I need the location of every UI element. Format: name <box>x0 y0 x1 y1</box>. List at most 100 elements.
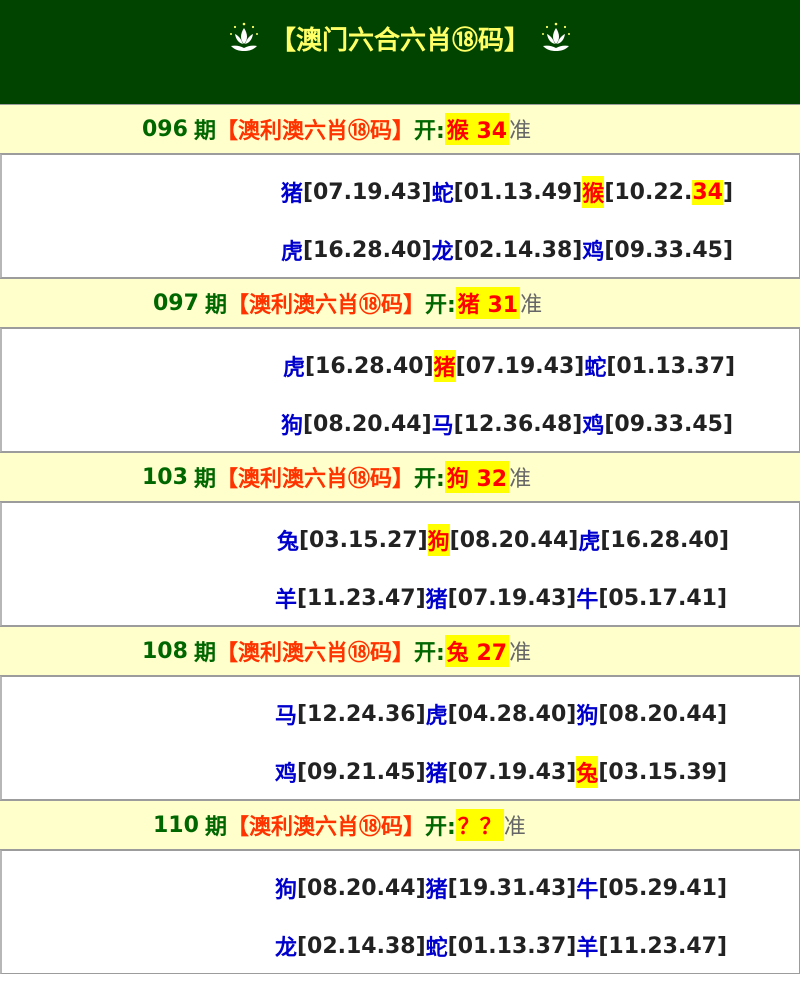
zodiac: 鸡 <box>274 762 297 787</box>
zodiac: 狗 <box>576 704 599 729</box>
zodiac: 蛇 <box>431 182 454 207</box>
zodiac-numbers: [12.36.48] <box>453 411 583 437</box>
zodiac: 猪 <box>425 762 448 787</box>
prediction-name: 【澳利澳六肖⑱码】 <box>215 641 414 666</box>
zodiac-numbers: [16.28.40] <box>302 237 432 263</box>
zodiac: 狗 <box>280 414 303 439</box>
zodiac: 马 <box>431 414 454 439</box>
bracket: ] <box>722 179 733 205</box>
zodiac-numbers: [09.33.45] <box>604 237 733 263</box>
zodiac-numbers: [01.13.37] <box>606 353 735 379</box>
zodiac: 龙 <box>431 240 454 265</box>
period-number: 097 <box>153 290 199 316</box>
zodiac-hit: 兔 <box>576 756 599 788</box>
zodiac: 羊 <box>274 588 297 613</box>
zodiac-numbers: [07.19.43] <box>302 179 432 205</box>
prediction-name: 【澳利澳六肖⑱码】 <box>215 119 414 144</box>
prediction-line: 狗 [08.20.44] 猪 [19.31.43] 牛 [05.29.41] <box>2 859 799 917</box>
zodiac-numbers: [09.33.45] <box>604 411 733 437</box>
result-label: 开: <box>413 641 445 666</box>
zodiac-hit: 猴 <box>582 176 605 208</box>
prediction-name: 【澳利澳六肖⑱码】 <box>226 815 425 840</box>
result-label: 开: <box>413 119 445 144</box>
period-unit: 期 <box>193 641 216 666</box>
period-number: 103 <box>142 464 188 490</box>
zodiac-numbers: [05.29.41] <box>598 875 727 901</box>
prediction-line: 羊 [11.23.47] 猪 [07.19.43] 牛 [05.17.41] <box>2 569 799 627</box>
zodiac-numbers: [05.17.41] <box>598 585 727 611</box>
zodiac: 虎 <box>280 240 303 265</box>
zodiac-numbers: [07.19.43] <box>447 759 577 785</box>
period-unit: 期 <box>193 467 216 492</box>
zodiac-numbers: [11.23.47] <box>598 933 727 959</box>
zodiac: 猪 <box>280 182 303 207</box>
zodiac: 蛇 <box>584 356 607 381</box>
accuracy-label: 准 <box>509 467 532 492</box>
period-header: 103 期 【澳利澳六肖⑱码】 开: 狗 32 准 <box>0 452 800 502</box>
result-value: 猪 31 <box>455 287 521 319</box>
accuracy-label: 准 <box>520 293 543 318</box>
prediction-name: 【澳利澳六肖⑱码】 <box>226 293 425 318</box>
period-number: 108 <box>142 638 188 664</box>
zodiac: 狗 <box>274 878 297 903</box>
zodiac-numbers: [03.15.27] <box>298 527 428 553</box>
zodiac-numbers: [08.20.44] <box>598 701 727 727</box>
zodiac: 猪 <box>425 588 448 613</box>
page: 【澳门六合六肖⑱码】 096 期 【澳利澳六肖⑱码】 开: 猴 34 准 猪 [0… <box>0 0 800 991</box>
prediction-box: 虎 [16.28.40] 猪 [07.19.43] 蛇 [01.13.37] 狗 [08.2… <box>0 328 800 452</box>
zodiac: 鸡 <box>582 414 605 439</box>
result-label: 开: <box>424 293 456 318</box>
prediction-box: 马 [12.24.36] 虎 [04.28.40] 狗 [08.20.44] 鸡 [09.2… <box>0 676 800 800</box>
zodiac-numbers: [07.19.43] <box>455 353 585 379</box>
zodiac: 龙 <box>274 936 297 961</box>
zodiac-numbers: [12.24.36] <box>296 701 426 727</box>
zodiac-numbers: [08.20.44] <box>449 527 579 553</box>
accuracy-label: 准 <box>503 815 526 840</box>
zodiac-hit: 猪 <box>433 350 456 382</box>
result-value: 狗 32 <box>444 461 510 493</box>
accuracy-label: 准 <box>509 641 532 666</box>
result-label: 开: <box>424 815 456 840</box>
period-unit: 期 <box>204 293 227 318</box>
period-number: 110 <box>153 812 199 838</box>
zodiac-numbers: [16.28.40] <box>600 527 729 553</box>
period-unit: 期 <box>193 119 216 144</box>
zodiac-numbers: [01.13.49] <box>453 179 583 205</box>
zodiac-numbers: [19.31.43] <box>447 875 577 901</box>
lotus-emblem-icon <box>542 22 570 51</box>
period-header: 096 期 【澳利澳六肖⑱码】 开: 猴 34 准 <box>0 104 800 154</box>
prediction-line: 狗 [08.20.44] 马 [12.36.48] 鸡 [09.33.45] <box>2 395 799 453</box>
prediction-box: 狗 [08.20.44] 猪 [19.31.43] 牛 [05.29.41] 龙 [02.1… <box>0 850 800 974</box>
result-label: 开: <box>413 467 445 492</box>
prediction-line: 马 [12.24.36] 虎 [04.28.40] 狗 [08.20.44] <box>2 685 799 743</box>
result-value: 兔 27 <box>444 635 510 667</box>
zodiac-numbers: [10.22. <box>604 179 693 205</box>
zodiac: 牛 <box>576 878 599 903</box>
prediction-box: 兔 [03.15.27] 狗 [08.20.44] 虎 [16.28.40] 羊 [11.2… <box>0 502 800 626</box>
prediction-line: 鸡 [09.21.45] 猪 [07.19.43] 兔 [03.15.39] <box>2 743 799 801</box>
zodiac: 虎 <box>282 356 305 381</box>
zodiac-numbers: [11.23.47] <box>296 585 426 611</box>
zodiac-hit: 狗 <box>427 524 450 556</box>
zodiac: 虎 <box>578 530 601 555</box>
prediction-line: 兔 [03.15.27] 狗 [08.20.44] 虎 [16.28.40] <box>2 511 799 569</box>
prediction-name: 【澳利澳六肖⑱码】 <box>215 467 414 492</box>
zodiac: 羊 <box>576 936 599 961</box>
accuracy-label: 准 <box>509 119 532 144</box>
zodiac-numbers: [03.15.39] <box>598 759 727 785</box>
zodiac: 猪 <box>425 878 448 903</box>
zodiac: 鸡 <box>582 240 605 265</box>
period-number: 096 <box>142 116 188 142</box>
prediction-line: 虎 [16.28.40] 猪 [07.19.43] 蛇 [01.13.37] <box>2 337 799 395</box>
prediction-line: 猪 [07.19.43] 蛇 [01.13.49] 猴 [10.22. 34] <box>2 163 799 221</box>
zodiac-numbers: [07.19.43] <box>447 585 577 611</box>
period-header: 097 期 【澳利澳六肖⑱码】 开: 猪 31 准 <box>0 278 800 328</box>
zodiac-numbers: [09.21.45] <box>296 759 426 785</box>
zodiac-numbers: [08.20.44] <box>302 411 432 437</box>
zodiac: 兔 <box>276 530 299 555</box>
lotus-emblem-icon <box>229 22 258 51</box>
zodiac: 蛇 <box>425 936 448 961</box>
prediction-box: 猪 [07.19.43] 蛇 [01.13.49] 猴 [10.22. 34] 虎 [16.2… <box>0 154 800 278</box>
zodiac-numbers: [02.14.38] <box>296 933 426 959</box>
result-value: 猴 34 <box>444 113 510 145</box>
